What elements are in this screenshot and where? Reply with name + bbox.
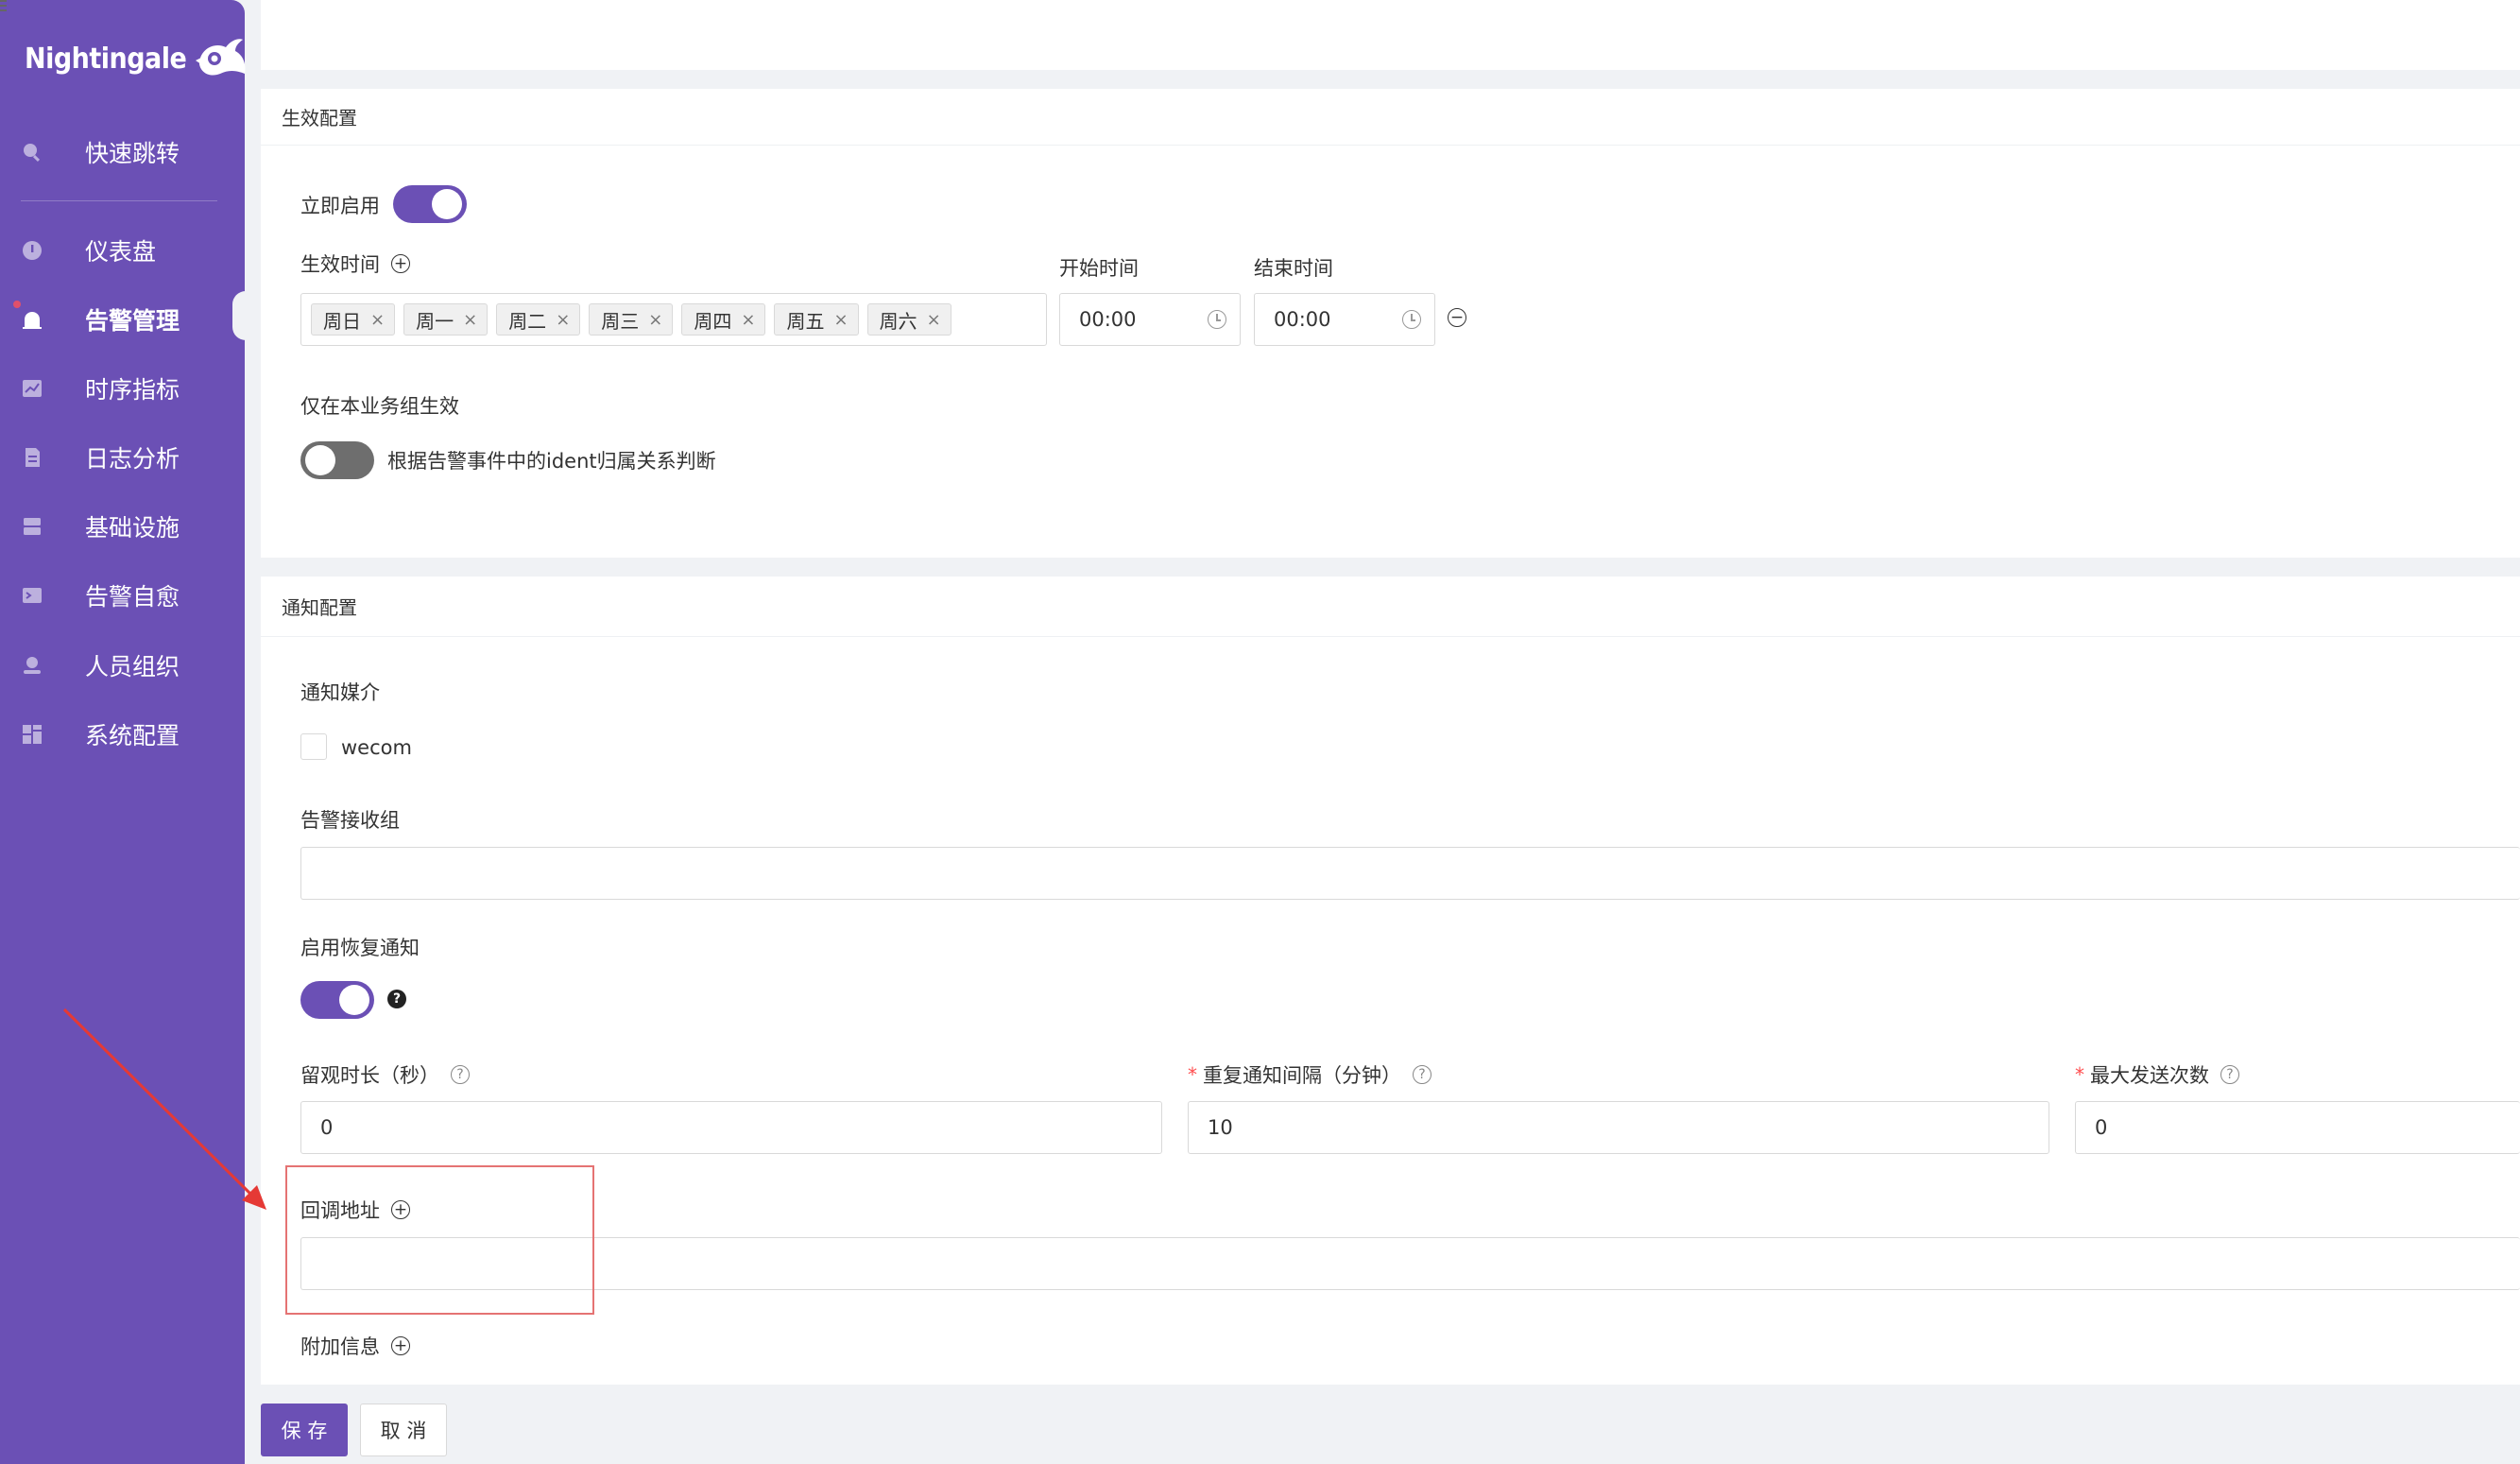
question-icon[interactable]: ? [2220, 1065, 2239, 1084]
recovery-label: 启用恢复通知 [300, 937, 420, 959]
max-send-input[interactable]: 0 [2075, 1101, 2520, 1154]
observe-text: 留观时长（秒） [300, 1064, 439, 1087]
receiver-group-label: 告警接收组 [300, 809, 400, 832]
remove-time-row[interactable]: − [1448, 308, 1466, 327]
extra-info-label: 附加信息 + [300, 1332, 410, 1360]
channels-label: 通知媒介 [300, 681, 380, 704]
previous-section-card [261, 0, 2520, 70]
enable-now-toggle[interactable] [393, 185, 467, 223]
biz-group-toggle[interactable] [300, 441, 374, 479]
recovery-toggle[interactable] [300, 981, 374, 1019]
annotation-arrow [62, 1008, 266, 1210]
observe-value: 0 [320, 1116, 334, 1139]
weekday-tag: 周五 × [774, 303, 859, 336]
weekday-tag: 周日 × [311, 303, 396, 336]
start-time-label: 开始时间 [1059, 257, 1139, 280]
weekday-tag: 周四 × [681, 303, 766, 336]
close-icon[interactable]: × [556, 310, 570, 330]
add-extra-icon[interactable]: + [391, 1336, 410, 1355]
repeat-value: 10 [1208, 1116, 1233, 1139]
tag-label: 周日 [323, 309, 361, 333]
menu-icon [0, 0, 7, 11]
enable-now-label: 立即启用 [300, 195, 380, 217]
section-title: 通知配置 [261, 577, 2520, 637]
weekday-tag: 周三 × [589, 303, 674, 336]
repeat-interval-input[interactable]: 10 [1188, 1101, 2049, 1154]
clock-icon [1208, 310, 1226, 329]
tag-label: 周一 [416, 309, 454, 333]
observe-input[interactable]: 0 [300, 1101, 1162, 1154]
required-mark: * [1188, 1063, 1197, 1086]
end-time-picker[interactable]: 00:00 [1254, 293, 1435, 346]
tag-label: 周二 [508, 309, 547, 333]
close-icon[interactable]: × [648, 310, 662, 330]
biz-group-desc: 根据告警事件中的ident归属关系判断 [387, 450, 716, 473]
wecom-label[interactable]: wecom [341, 736, 412, 759]
effective-time-text: 生效时间 [300, 253, 380, 276]
callback-url-input[interactable] [300, 1237, 2520, 1290]
add-time-icon[interactable]: + [391, 254, 410, 273]
repeat-text: 重复通知间隔（分钟） [1203, 1064, 1401, 1087]
annotation-highlight-box [285, 1165, 594, 1315]
extra-text: 附加信息 [300, 1335, 380, 1358]
close-icon[interactable]: × [370, 310, 385, 330]
tag-label: 周五 [786, 309, 825, 333]
required-mark: * [2075, 1063, 2084, 1086]
close-icon[interactable]: × [927, 310, 941, 330]
tag-label: 周六 [879, 309, 917, 333]
remove-time-icon[interactable]: − [1448, 308, 1466, 327]
max-send-text: 最大发送次数 [2090, 1064, 2209, 1087]
save-button[interactable]: 保 存 [261, 1404, 348, 1456]
biz-group-label: 仅在本业务组生效 [300, 395, 459, 418]
end-time-value: 00:00 [1274, 308, 1331, 331]
wecom-checkbox[interactable] [300, 733, 327, 760]
effective-time-label: 生效时间 + [300, 250, 410, 278]
start-time-picker[interactable]: 00:00 [1059, 293, 1241, 346]
end-time-label: 结束时间 [1254, 257, 1333, 280]
start-time-value: 00:00 [1079, 308, 1137, 331]
receiver-group-select[interactable] [300, 847, 2520, 900]
weekday-tag: 周六 × [866, 303, 951, 336]
tag-label: 周四 [694, 309, 732, 333]
close-icon[interactable]: × [741, 310, 755, 330]
question-icon[interactable]: ? [451, 1065, 470, 1084]
repeat-label: * 重复通知间隔（分钟） ? [1188, 1060, 1431, 1089]
close-icon[interactable]: × [463, 310, 477, 330]
recovery-help[interactable]: ? [387, 990, 406, 1008]
clock-icon [1402, 310, 1421, 329]
weekday-tag: 周一 × [403, 303, 489, 336]
question-icon[interactable]: ? [1413, 1065, 1431, 1084]
weekday-tag: 周二 × [496, 303, 581, 336]
help-icon[interactable]: ? [387, 990, 406, 1008]
close-icon[interactable]: × [833, 310, 848, 330]
section-title: 生效配置 [261, 89, 2520, 146]
observe-label: 留观时长（秒） ? [300, 1060, 470, 1089]
weekday-select[interactable]: 周日 × 周一 × 周二 × 周三 × 周四 × 周五 × 周六 × [300, 293, 1047, 346]
tag-label: 周三 [601, 309, 640, 333]
max-send-label: * 最大发送次数 ? [2075, 1060, 2239, 1089]
cancel-button[interactable]: 取 消 [360, 1404, 447, 1456]
max-send-value: 0 [2095, 1116, 2108, 1139]
